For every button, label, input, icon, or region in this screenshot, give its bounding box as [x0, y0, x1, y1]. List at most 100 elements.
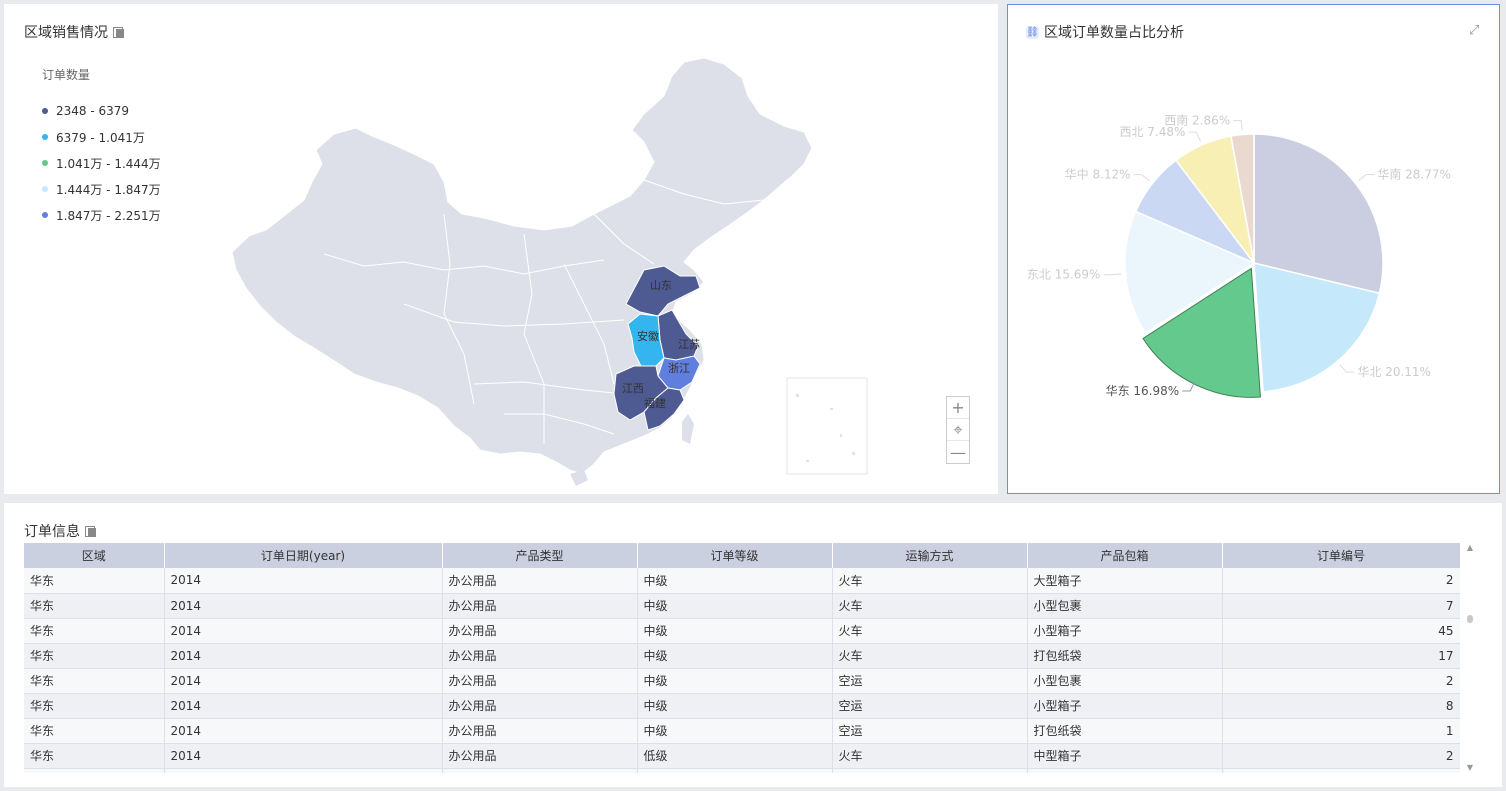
table-row[interactable]: 华东 2014 办公用品 中级 空运 打包纸袋 1	[24, 718, 1460, 744]
pie-chart[interactable]: 华南 28.77% 华北 20.11% 华东 16.98% 东北 15.69% 华中 8…	[1008, 5, 1499, 493]
table-cell: 小型箱子	[1027, 693, 1223, 719]
column-header[interactable]: 区域	[24, 543, 165, 568]
table-row[interactable]: 华东2014办公用品低级火车小型包裹3	[24, 768, 1460, 773]
table-cell: 华东	[24, 593, 165, 619]
scroll-thumb[interactable]	[1467, 615, 1473, 623]
table-cell: 小型包裹	[1027, 768, 1223, 773]
table-body: 华东 2014 办公用品 中级 火车 大型箱子 2 华东 2014 办公用品 中级 火车 小型包裹 7 华东…	[24, 568, 1460, 773]
table-row[interactable]: 华东 2014 办公用品 中级 火车 小型包裹 7	[24, 593, 1460, 619]
zoom-in-button[interactable]: +	[947, 397, 969, 419]
table-cell: 3	[1222, 768, 1460, 773]
china-map[interactable]: 山东 安徽 江苏 浙江 江西 福建	[4, 4, 998, 494]
table-cell: 2014	[164, 718, 443, 744]
table-cell: 火车	[832, 768, 1028, 773]
table-cell: 火车	[832, 643, 1028, 669]
label-shandong: 山东	[650, 279, 672, 292]
table-cell: 空运	[832, 668, 1028, 694]
china-outline	[231, 57, 813, 475]
table-cell: 火车	[832, 743, 1028, 769]
table-cell: 办公用品	[442, 743, 638, 769]
label-anhui: 安徽	[637, 329, 659, 343]
copy-icon[interactable]	[85, 525, 96, 537]
table-row[interactable]: 华东 2014 办公用品 中级 火车 打包纸袋 17	[24, 643, 1460, 669]
column-header[interactable]: 产品类型	[442, 543, 638, 568]
pie-label-6: 西南 2.86%	[1164, 113, 1230, 128]
table-cell: 2014	[164, 668, 443, 694]
table-row[interactable]: 华东 2014 办公用品 低级 火车 中型箱子 2	[24, 743, 1460, 769]
table-panel: 订单信息 区域 订单日期(year) 产品类型 订单等级 运输方式 产品包箱 订单编号 华东…	[4, 503, 1502, 787]
table-cell: 中级	[637, 668, 833, 694]
locate-button[interactable]: ⌖	[947, 419, 969, 441]
pie-label-2: 华东 16.98%	[1106, 384, 1180, 398]
table-row[interactable]: 华东 2014 办公用品 中级 火车 大型箱子 2	[24, 568, 1460, 594]
map-panel: 区域销售情况 订单数量 2348 - 6379 6379 - 1.041万 1.04…	[4, 4, 998, 494]
pie-panel: ⛓ 区域订单数量占比分析 ⤢ 华南 28.77% 华北 20.11% 华东 16.9…	[1007, 4, 1500, 494]
table-cell: 2014	[164, 643, 443, 669]
scroll-down-arrow[interactable]: ▼	[1466, 763, 1474, 773]
table-cell: 华东	[24, 693, 165, 719]
table-cell: 办公用品	[442, 593, 638, 619]
label-jiangxi: 江西	[622, 382, 644, 395]
table-cell: 低级	[637, 768, 833, 773]
pie-label-4: 华中 8.12%	[1065, 167, 1131, 182]
pie-label-0: 华南 28.77%	[1377, 167, 1451, 182]
order-table-wrapper[interactable]: 区域 订单日期(year) 产品类型 订单等级 运输方式 产品包箱 订单编号 华东 2014 办…	[24, 543, 1460, 773]
table-cell: 1	[1222, 718, 1460, 744]
table-cell: 大型箱子	[1027, 568, 1223, 594]
table-row[interactable]: 华东 2014 办公用品 中级 空运 小型包裹 2	[24, 668, 1460, 694]
table-title: 订单信息	[24, 521, 96, 541]
pie-label-line-3	[1103, 273, 1122, 276]
column-header[interactable]: 订单等级	[637, 543, 833, 568]
table-cell: 办公用品	[442, 693, 638, 719]
column-header[interactable]: 订单日期(year)	[164, 543, 443, 568]
table-cell: 办公用品	[442, 668, 638, 694]
table-cell: 2	[1222, 743, 1460, 769]
table-cell: 小型箱子	[1027, 618, 1223, 644]
table-cell: 小型包裹	[1027, 668, 1223, 694]
table-cell: 空运	[832, 718, 1028, 744]
table-cell: 2	[1222, 568, 1460, 594]
pie-label-line-5	[1188, 131, 1201, 142]
pie-label-line-6	[1233, 120, 1243, 131]
table-cell: 华东	[24, 743, 165, 769]
label-jiangsu: 江苏	[678, 338, 700, 351]
table-cell: 中级	[637, 568, 833, 594]
table-cell: 中型箱子	[1027, 743, 1223, 769]
label-zhejiang: 浙江	[668, 362, 690, 375]
column-header[interactable]: 运输方式	[832, 543, 1028, 568]
map-zoom-control: + ⌖ —	[946, 396, 970, 464]
label-fujian: 福建	[644, 396, 666, 410]
table-title-text: 订单信息	[24, 524, 80, 540]
table-cell: 中级	[637, 643, 833, 669]
table-cell: 17	[1222, 643, 1460, 669]
column-header[interactable]: 订单编号	[1222, 543, 1460, 568]
table-scrollbar[interactable]: ▲ ▼	[1466, 543, 1474, 773]
table-cell: 8	[1222, 693, 1460, 719]
table-cell: 华东	[24, 568, 165, 594]
zoom-out-button[interactable]: —	[947, 441, 969, 463]
table-cell: 华东	[24, 768, 165, 773]
taiwan	[682, 414, 694, 444]
table-cell: 华东	[24, 643, 165, 669]
table-cell: 办公用品	[442, 718, 638, 744]
table-cell: 2	[1222, 668, 1460, 694]
table-cell: 华东	[24, 618, 165, 644]
table-header-row: 区域 订单日期(year) 产品类型 订单等级 运输方式 产品包箱 订单编号	[24, 543, 1460, 568]
table-cell: 2014	[164, 768, 443, 773]
column-header[interactable]: 产品包箱	[1027, 543, 1223, 568]
table-cell: 中级	[637, 693, 833, 719]
pie-label-line-0	[1358, 174, 1375, 182]
table-cell: 7	[1222, 593, 1460, 619]
table-row[interactable]: 华东 2014 办公用品 中级 火车 小型箱子 45	[24, 618, 1460, 644]
table-cell: 打包纸袋	[1027, 718, 1223, 744]
south-china-sea-inset	[786, 377, 868, 475]
table-cell: 火车	[832, 568, 1028, 594]
table-cell: 小型包裹	[1027, 593, 1223, 619]
table-cell: 45	[1222, 618, 1460, 644]
table-cell: 火车	[832, 593, 1028, 619]
table-cell: 低级	[637, 743, 833, 769]
table-cell: 办公用品	[442, 768, 638, 773]
table-row[interactable]: 华东 2014 办公用品 中级 空运 小型箱子 8	[24, 693, 1460, 719]
scroll-up-arrow[interactable]: ▲	[1466, 543, 1474, 553]
hainan	[570, 470, 588, 486]
